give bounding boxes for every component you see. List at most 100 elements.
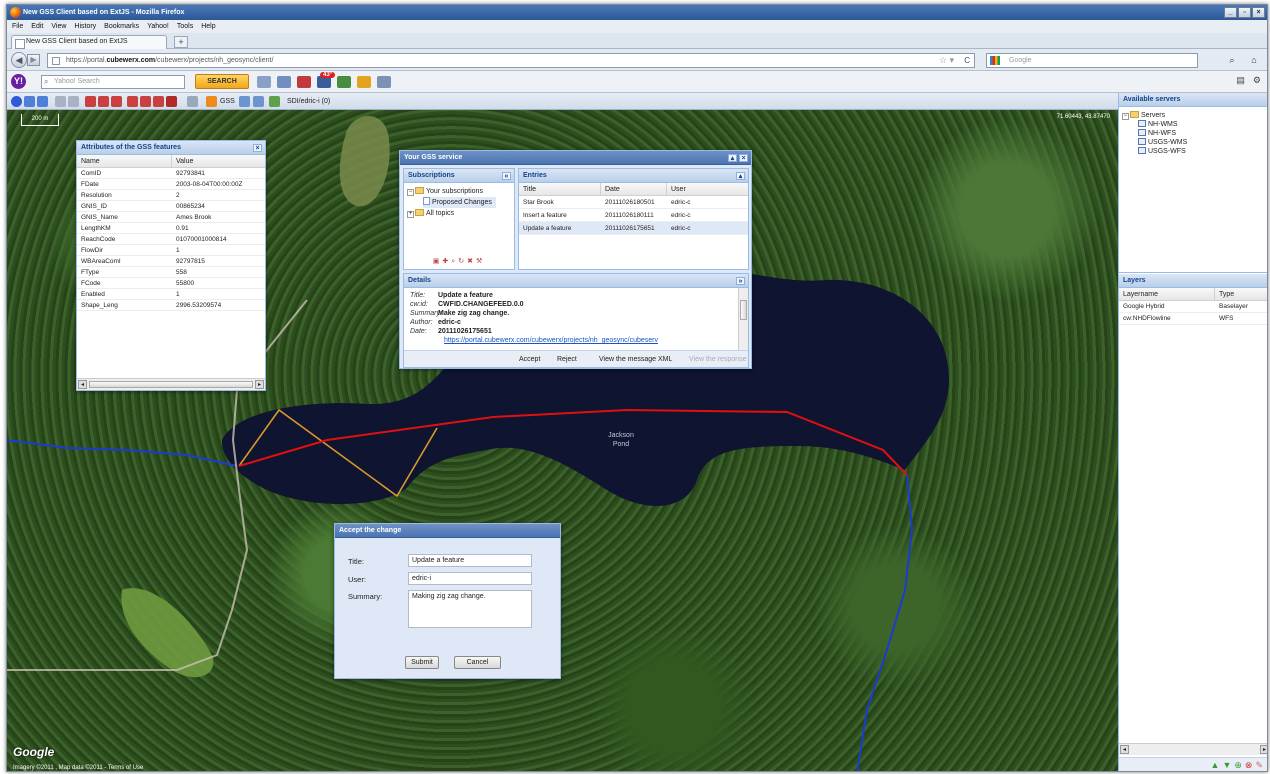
table-row[interactable]: Enabled 1 (77, 289, 265, 300)
table-row[interactable]: ComID 92793841 (77, 168, 265, 179)
user-input[interactable]: edric-i (408, 572, 532, 585)
reject-button[interactable]: Reject (557, 351, 577, 368)
map-view[interactable]: 200 m 71.60443, 43.87470 Jackson Pond Goo… (7, 110, 1118, 771)
tree-node-your-subscriptions[interactable]: − Your subscriptions (407, 186, 511, 197)
col-title[interactable]: Title (519, 183, 601, 195)
mail-tool-icon[interactable] (277, 76, 291, 88)
remove-layer-icon[interactable]: ⊗ (1245, 760, 1256, 770)
sidebar-toggle-icon[interactable]: ▤ (1236, 75, 1245, 86)
col-date[interactable]: Date (601, 183, 667, 195)
collapse-down-icon[interactable]: » (736, 277, 745, 285)
pan-icon[interactable] (55, 96, 66, 107)
menu-file[interactable]: File (12, 23, 23, 30)
yahoo-search-button[interactable]: SEARCH (195, 74, 249, 89)
back-button[interactable]: ◀ (11, 52, 27, 68)
table-row[interactable]: Insert a feature 20111026180111 edric-c (519, 209, 748, 222)
user-icon[interactable] (269, 96, 280, 107)
bookmark-star-icon[interactable]: ☆ ▾ (939, 54, 954, 67)
edit-layer-icon[interactable]: ✎ (1255, 760, 1266, 770)
table-row[interactable]: ReachCode 01070001000814 (77, 234, 265, 245)
horizontal-scrollbar[interactable]: ◂ ▸ (77, 378, 265, 390)
table-row[interactable]: Update a feature 20111026175651 edric-c (519, 222, 748, 235)
yahoo-search-input[interactable]: ⌕ Yahoo! Search (41, 75, 185, 89)
gss-label[interactable]: GSS (220, 96, 235, 107)
menu-yahoo[interactable]: Yahoo! (147, 23, 169, 30)
zoom-in-icon[interactable] (24, 96, 35, 107)
col-value[interactable]: Value (172, 155, 265, 167)
reload-icon[interactable]: C (964, 54, 970, 67)
server-item[interactable]: USGS-WMS (1122, 138, 1267, 147)
table-row[interactable]: FDate 2003-08-04T00:00:00Z (77, 179, 265, 190)
add-icon[interactable]: ✚ (442, 258, 451, 265)
table-row[interactable]: Resolution 2 (77, 190, 265, 201)
scroll-left-icon[interactable]: ◂ (78, 380, 87, 389)
collapse-node-icon[interactable]: − (1122, 113, 1129, 120)
bookmark-tool-icon[interactable] (257, 76, 271, 88)
more-tool-icon[interactable] (377, 76, 391, 88)
first-icon[interactable]: ▣ (433, 258, 443, 265)
draw-line-icon[interactable] (98, 96, 109, 107)
tree-node-all-topics[interactable]: + All topics (407, 208, 511, 219)
title-input[interactable]: Update a feature (408, 554, 532, 567)
table-row[interactable]: GNIS_ID 00865234 (77, 201, 265, 212)
settings-icon[interactable]: ⚙ (1253, 75, 1261, 86)
panel-icon[interactable] (253, 96, 264, 107)
table-row[interactable]: Star Brook 20111026180501 edric-c (519, 196, 748, 209)
modify-icon[interactable] (127, 96, 138, 107)
layer-row[interactable]: cw:NHDFlowline WFS (1119, 313, 1267, 325)
delete-icon[interactable] (153, 96, 164, 107)
layer-row[interactable]: Google Hybrid Baselayer (1119, 301, 1267, 313)
scroll-left-icon[interactable]: ◂ (1120, 745, 1129, 754)
menu-tools[interactable]: Tools (177, 23, 193, 30)
select-icon[interactable] (140, 96, 151, 107)
maximize-button[interactable]: ▫ (1238, 7, 1251, 18)
close-icon[interactable]: × (253, 144, 262, 152)
scroll-right-icon[interactable]: ▸ (255, 380, 264, 389)
view-xml-button[interactable]: View the message XML (599, 351, 672, 368)
server-item[interactable]: NH-WFS (1122, 129, 1267, 138)
col-name[interactable]: Name (77, 155, 172, 167)
draw-point-icon[interactable] (85, 96, 96, 107)
close-icon[interactable]: × (739, 154, 748, 162)
forward-button[interactable]: ▶ (27, 54, 40, 66)
minimize-button[interactable]: _ (1224, 7, 1237, 18)
accept-button[interactable]: Accept (519, 351, 540, 368)
menu-history[interactable]: History (74, 23, 96, 30)
move-up-icon[interactable]: ▲ (1211, 760, 1223, 770)
close-window-button[interactable]: × (1252, 7, 1265, 18)
tool-icon[interactable]: ⚒ (476, 258, 485, 265)
vertical-scrollbar[interactable] (738, 288, 748, 350)
delete-icon[interactable]: ✖ (467, 258, 476, 265)
summary-textarea[interactable]: Making zig zag change. (408, 590, 532, 628)
view-response-button[interactable]: View the response (689, 351, 746, 368)
zoom-box-icon[interactable] (68, 96, 79, 107)
menu-view[interactable]: View (51, 23, 66, 30)
menu-edit[interactable]: Edit (31, 23, 43, 30)
detail-link-text[interactable]: https://portal.cubewerx.com/cubewerx/pro… (444, 337, 658, 344)
scroll-thumb[interactable] (89, 381, 253, 388)
add-layer-icon[interactable]: ⊕ (1234, 760, 1245, 770)
clear-icon[interactable] (166, 96, 177, 107)
home-icon[interactable]: ⌂ (1247, 53, 1261, 67)
browser-tab[interactable]: New GSS Client based on ExtJS (11, 35, 167, 49)
news-tool-icon[interactable] (357, 76, 371, 88)
refresh-icon[interactable]: ↻ (458, 258, 467, 265)
minimize-icon[interactable]: ▴ (728, 154, 737, 162)
window-icon[interactable] (239, 96, 250, 107)
tree-node-servers[interactable]: − Servers (1122, 111, 1267, 120)
scroll-thumb[interactable] (740, 300, 747, 320)
zoom-extent-icon[interactable] (11, 96, 22, 107)
col-layername[interactable]: Layername (1119, 288, 1215, 300)
submit-button[interactable]: Submit (405, 656, 439, 669)
new-tab-button[interactable]: + (174, 36, 188, 48)
table-row[interactable]: Shape_Leng 2996.53209574 (77, 300, 265, 311)
games-tool-icon[interactable] (337, 76, 351, 88)
url-bar[interactable]: https://portal.cubewerx.com/cubewerx/pro… (47, 53, 975, 68)
detail-link[interactable]: https://portal.cubewerx.com/cubewerx/pro… (410, 336, 732, 345)
search-go-icon[interactable]: ⌕ (1225, 53, 1239, 67)
horizontal-scrollbar[interactable]: ◂ ▸ (1119, 743, 1267, 755)
zoom-out-icon[interactable] (37, 96, 48, 107)
move-down-icon[interactable]: ▼ (1222, 760, 1234, 770)
expand-node-icon[interactable]: + (407, 211, 414, 218)
table-row[interactable]: WBAreaComI 92797815 (77, 256, 265, 267)
